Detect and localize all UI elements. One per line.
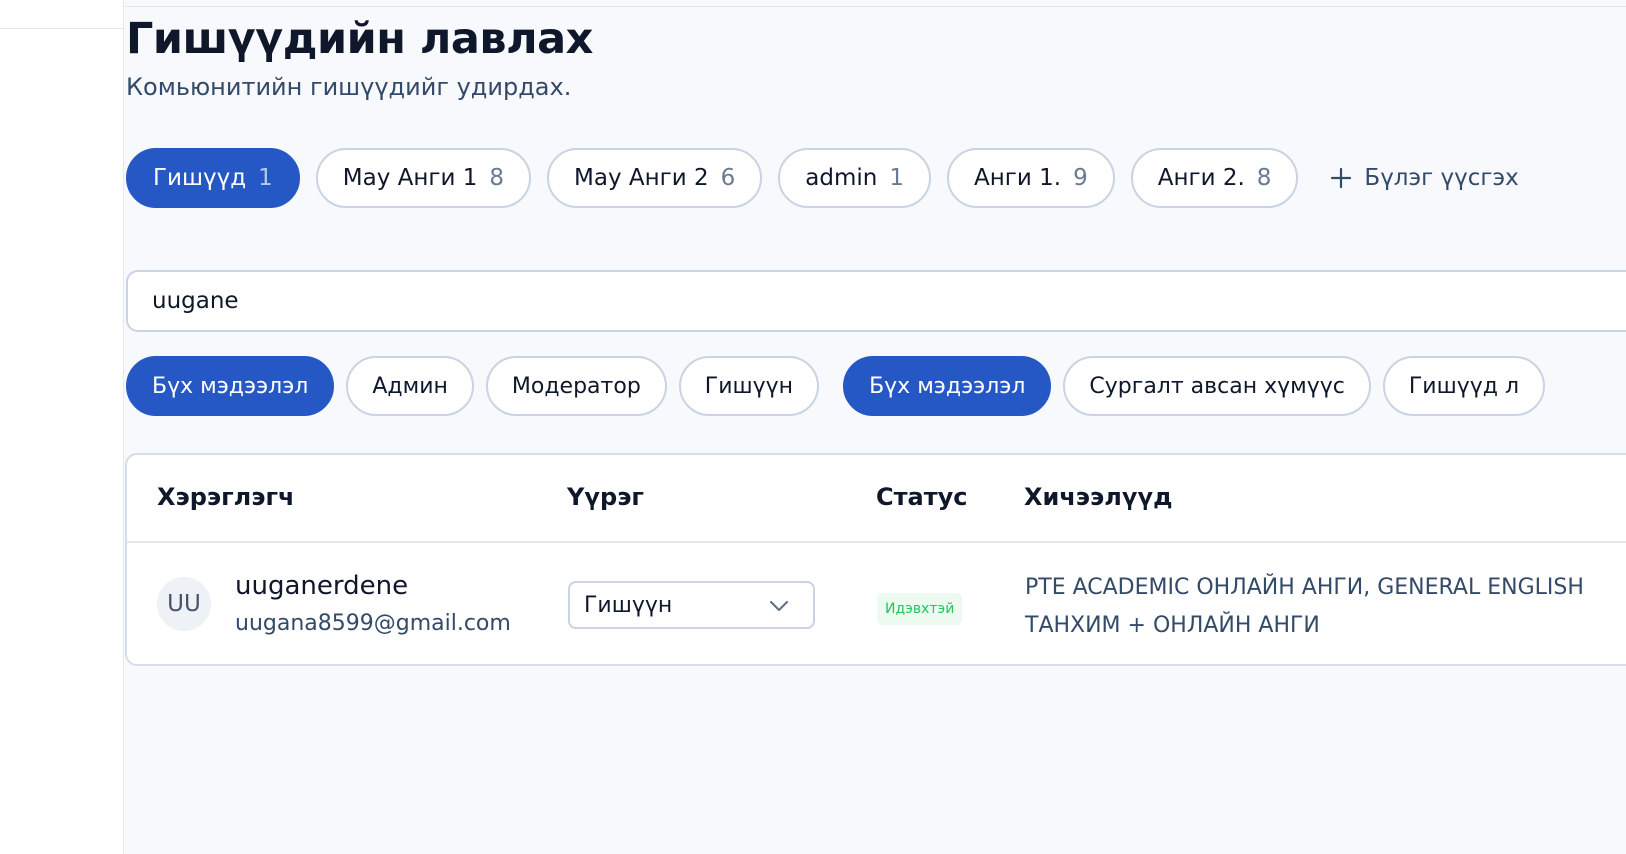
role-filter-group: Бүх мэдээлэл Админ Модератор Гишүүн — [126, 356, 820, 416]
role-filter-member[interactable]: Гишүүн — [678, 356, 820, 416]
group-tab-count: 9 — [1073, 165, 1088, 191]
group-tab-class-1[interactable]: Анги 1. 9 — [947, 148, 1115, 208]
member-search-input[interactable] — [126, 270, 1626, 332]
column-header-user: Хэрэглэгч — [157, 483, 295, 511]
group-tab-label: Анги 2. — [1157, 165, 1245, 191]
table-row: UU uuganerdene uugana8599@gmail.com Гишү… — [127, 543, 1626, 666]
left-pane-divider — [0, 28, 123, 29]
group-tabs: Гишүүд 1 May Анги 1 8 May Анги 2 6 admin… — [126, 148, 1535, 208]
top-divider — [124, 6, 1626, 7]
chevron-down-icon — [769, 593, 789, 618]
group-tab-label: Анги 1. — [974, 165, 1062, 191]
group-tab-count: 6 — [720, 165, 736, 191]
user-email: uugana8599@gmail.com — [235, 611, 511, 636]
members-table: Хэрэглэгч Үүрэг Статус Хичээлүүд UU uuga… — [125, 453, 1626, 666]
group-tab-count: 1 — [258, 165, 273, 191]
type-filter-all[interactable]: Бүх мэдээлэл — [843, 356, 1052, 416]
group-tab-count: 1 — [889, 165, 905, 191]
type-filter-members-only[interactable]: Гишүүд л — [1382, 356, 1546, 416]
group-tab-may-class-1[interactable]: May Анги 1 8 — [315, 148, 532, 208]
user-name: uuganerdene — [235, 571, 409, 601]
role-select[interactable]: Гишүүн — [568, 581, 815, 629]
page-title: Гишүүдийн лавлах — [126, 14, 593, 64]
create-group-label: Бүлэг үүсгэх — [1364, 165, 1519, 191]
group-tab-members[interactable]: Гишүүд 1 — [126, 148, 300, 208]
role-select-value: Гишүүн — [584, 592, 673, 618]
column-header-status: Статус — [876, 483, 968, 511]
status-badge: Идэвхтэй — [877, 593, 963, 625]
create-group-button[interactable]: Бүлэг үүсгэх — [1314, 148, 1534, 208]
group-tab-may-class-2[interactable]: May Анги 2 6 — [547, 148, 763, 208]
filter-bar: Бүх мэдээлэл Админ Модератор Гишүүн Бүх … — [126, 356, 1546, 416]
group-tab-count: 8 — [489, 165, 505, 191]
role-filter-moderator[interactable]: Модератор — [485, 356, 667, 416]
courses-list: PTE ACADEMIC ОНЛАЙН АНГИ, GENERAL ENGLIS… — [1025, 575, 1584, 638]
type-filter-group: Бүх мэдээлэл Сургалт авсан хүмүүс Гишүүд… — [843, 356, 1546, 416]
main-content: Гишүүдийн лавлах Комьюнитийн гишүүдийг у… — [124, 0, 1626, 854]
group-tab-label: Гишүүд — [153, 165, 247, 191]
avatar: UU — [157, 577, 211, 631]
group-tab-class-2[interactable]: Анги 2. 8 — [1130, 148, 1299, 208]
left-pane — [0, 0, 124, 854]
page-subtitle: Комьюнитийн гишүүдийг удирдах. — [126, 73, 572, 101]
column-header-courses: Хичээлүүд — [1024, 483, 1173, 511]
group-tab-label: admin — [805, 165, 878, 191]
role-filter-all[interactable]: Бүх мэдээлэл — [126, 356, 335, 416]
plus-icon — [1330, 167, 1352, 189]
group-tab-label: May Анги 2 — [574, 165, 709, 191]
group-tab-count: 8 — [1256, 165, 1272, 191]
table-header: Хэрэглэгч Үүрэг Статус Хичээлүүд — [127, 455, 1626, 543]
group-tab-label: May Анги 1 — [342, 165, 478, 191]
column-header-role: Үүрэг — [567, 483, 644, 511]
role-filter-admin[interactable]: Админ — [346, 356, 474, 416]
type-filter-trained[interactable]: Сургалт авсан хүмүүс — [1063, 356, 1371, 416]
group-tab-admin[interactable]: admin 1 — [778, 148, 932, 208]
